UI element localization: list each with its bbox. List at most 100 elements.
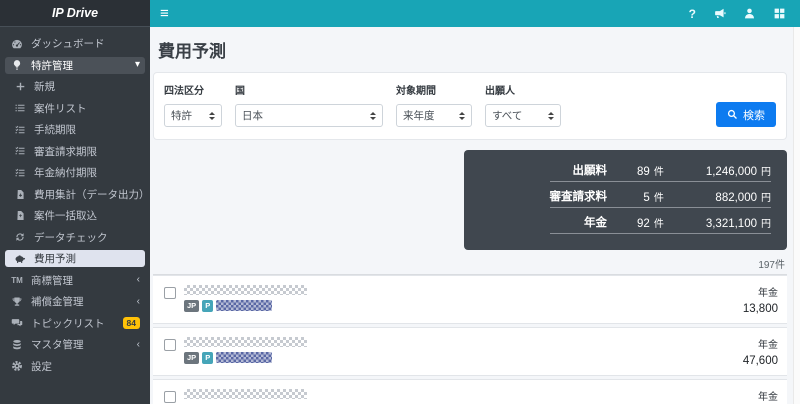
redacted-case-number-badge <box>216 352 273 364</box>
sidebar-item-label: 年金納付期限 <box>34 167 97 179</box>
help-icon[interactable]: ? <box>689 7 696 21</box>
summary-label: 年金 <box>549 207 608 234</box>
sidebar-item-label: 案件一括取込 <box>34 210 97 222</box>
sidebar-item-procedure-deadline[interactable]: 手続期限 <box>5 121 145 138</box>
country-badge: JP <box>184 300 200 312</box>
page-title: 費用予測 <box>158 42 226 61</box>
redacted-case-title <box>184 389 307 399</box>
sidebar-item-exam-request-deadline[interactable]: 審査請求期限 <box>5 143 145 160</box>
forecast-list: JP P 年金 13,800 JP P 年金 47,600 年金 <box>153 274 787 404</box>
select-value: 日本 <box>242 110 263 122</box>
sidebar-item-label: 特許管理 <box>31 59 73 72</box>
filter-label: 対象期間 <box>396 86 436 97</box>
cost-summary-table: 出願料 89 件 1,246,000 円 審査請求料 5件 882,000 円 年金 <box>549 156 771 234</box>
law-category-select[interactable]: 特許 <box>164 104 222 127</box>
megaphone-icon[interactable] <box>713 7 726 20</box>
sidebar-item-label: マスタ管理 <box>31 339 84 351</box>
filter-panel: 四法区分 特許 国 日本 対象期間 来年度 出願人 すべて 検索 <box>153 72 787 140</box>
result-count: 197件 <box>758 260 785 271</box>
sidebar-item-annuity-deadline[interactable]: 年金納付期限 <box>5 164 145 181</box>
country-select[interactable]: 日本 <box>235 104 383 127</box>
sidebar-item-label: 案件リスト <box>34 102 87 115</box>
search-button[interactable]: 検索 <box>716 102 776 127</box>
applicant-select[interactable]: すべて <box>485 104 561 127</box>
fee-type-label: 年金 <box>758 288 778 299</box>
sidebar-item-compensation-management[interactable]: 補償金管理 ‹ <box>5 293 145 310</box>
sidebar-item-topic-list[interactable]: トピックリスト 84 <box>5 315 145 332</box>
sidebar-item-trademark-management[interactable]: TM 商標管理 ‹ <box>5 272 145 289</box>
apps-grid-icon[interactable] <box>773 7 786 20</box>
list-item: JP P 年金 23,700 <box>153 379 787 404</box>
summary-row-annuity: 年金 92 件 3,321,100 円 <box>549 207 771 234</box>
summary-count: 5 <box>643 191 650 204</box>
piggy-bank-icon <box>13 253 27 265</box>
user-icon[interactable] <box>743 7 756 20</box>
amount-unit: 円 <box>761 192 771 204</box>
search-button-label: 検索 <box>743 109 765 122</box>
select-value: 特許 <box>171 110 192 122</box>
sidebar-item-label: ダッシュボード <box>31 38 105 50</box>
filter-label: 国 <box>235 86 245 97</box>
tm-icon: TM <box>11 275 23 285</box>
redacted-case-number-badge <box>216 300 273 312</box>
fee-amount: 13,800 <box>742 303 778 315</box>
plus-icon <box>13 81 27 92</box>
sidebar-item-bulk-import[interactable]: 案件一括取込 <box>5 207 145 224</box>
select-value: すべて <box>492 110 523 122</box>
sidebar-item-label: 商標管理 <box>31 274 73 287</box>
summary-label: 審査請求料 <box>549 181 608 208</box>
lightbulb-icon <box>10 59 24 71</box>
sidebar: IP Drive ダッシュボード 特許管理 ▾ 新規 案件リスト 手続期限 審査… <box>0 0 150 404</box>
sidebar-item-label: トピックリスト <box>31 317 105 330</box>
summary-amount: 882,000 <box>715 191 757 204</box>
filter-law-category: 四法区分 特許 <box>164 82 222 127</box>
filter-target-period: 対象期間 来年度 <box>396 82 472 127</box>
count-unit: 件 <box>653 218 664 230</box>
summary-row-exam-request-fee: 審査請求料 5件 882,000 円 <box>549 181 771 208</box>
filter-label: 四法区分 <box>164 86 204 97</box>
sidebar-item-data-check[interactable]: データチェック <box>5 229 145 246</box>
target-period-select[interactable]: 来年度 <box>396 104 472 127</box>
sidebar-item-master-management[interactable]: マスタ管理 ‹ <box>5 336 145 353</box>
scrollbar[interactable] <box>793 27 800 404</box>
gear-icon <box>10 360 24 372</box>
sidebar-item-case-list[interactable]: 案件リスト <box>5 100 145 117</box>
count-unit: 件 <box>653 192 664 204</box>
page-content: 費用予測 四法区分 特許 国 日本 対象期間 来年度 出願人 すべて 検索 出願… <box>150 27 793 404</box>
main-area: ≡ ? 費用予測 四法区分 特許 国 日本 対象期間 来年度 出願人 すべて 検… <box>150 0 800 404</box>
row-checkbox[interactable] <box>164 339 176 351</box>
select-arrows-icon <box>209 111 215 120</box>
list-item: JP P 年金 13,800 <box>153 275 787 324</box>
filter-country: 国 日本 <box>235 82 383 127</box>
select-arrows-icon <box>370 111 376 120</box>
sidebar-item-label: データチェック <box>34 231 108 244</box>
list-icon <box>13 102 27 114</box>
redacted-case-title <box>184 337 307 347</box>
menu-icon[interactable]: ≡ <box>160 6 169 21</box>
sidebar-item-patent-management[interactable]: 特許管理 ▾ <box>5 56 145 74</box>
comments-icon <box>10 317 24 329</box>
topic-count-badge: 84 <box>122 317 140 329</box>
sidebar-item-settings[interactable]: 設定 <box>5 358 145 375</box>
fee-type-label: 年金 <box>758 392 778 403</box>
row-checkbox[interactable] <box>164 287 176 299</box>
select-arrows-icon <box>548 111 554 120</box>
sync-icon <box>13 231 27 243</box>
sidebar-item-dashboard[interactable]: ダッシュボード <box>5 35 145 52</box>
law-type-badge: P <box>202 352 214 364</box>
amount-unit: 円 <box>761 166 771 178</box>
list-icon <box>13 167 27 179</box>
select-value: 来年度 <box>403 110 435 122</box>
law-type-badge: P <box>202 300 214 312</box>
sidebar-item-label: 手続期限 <box>34 124 76 136</box>
sidebar-item-cost-export[interactable]: 費用集計（データ出力） <box>5 186 150 203</box>
sidebar-item-cost-forecast[interactable]: 費用予測 <box>5 250 145 267</box>
file-export-icon <box>13 189 27 200</box>
sidebar-item-label: 審査請求期限 <box>34 145 97 158</box>
row-checkbox[interactable] <box>164 391 176 403</box>
database-icon <box>10 339 24 351</box>
sidebar-item-new[interactable]: 新規 <box>5 78 145 95</box>
summary-amount: 1,246,000 <box>705 165 757 178</box>
trophy-icon <box>10 296 24 308</box>
summary-count: 92 <box>637 217 650 230</box>
